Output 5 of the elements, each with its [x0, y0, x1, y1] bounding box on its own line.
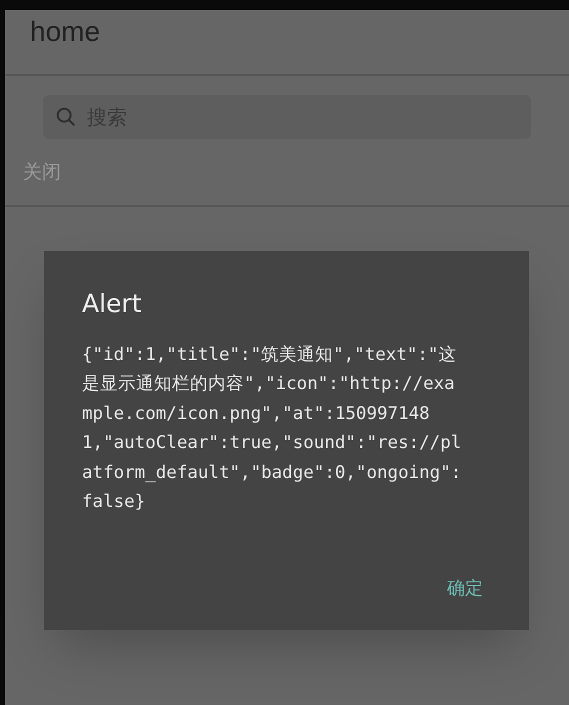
app-title: home: [30, 15, 100, 49]
confirm-button[interactable]: 确定: [447, 575, 483, 602]
search-icon: [55, 106, 77, 128]
dialog-message: {"id":1,"title":"筑美通知","text":"这是显示通知栏的内容","icon":"http://example.com/icon.png","at":1509971481,"autoClear":true,"sound":"res://platform_default","badge":0,"ongoing":false}: [82, 344, 462, 514]
dialog-title: Alert: [82, 288, 143, 320]
